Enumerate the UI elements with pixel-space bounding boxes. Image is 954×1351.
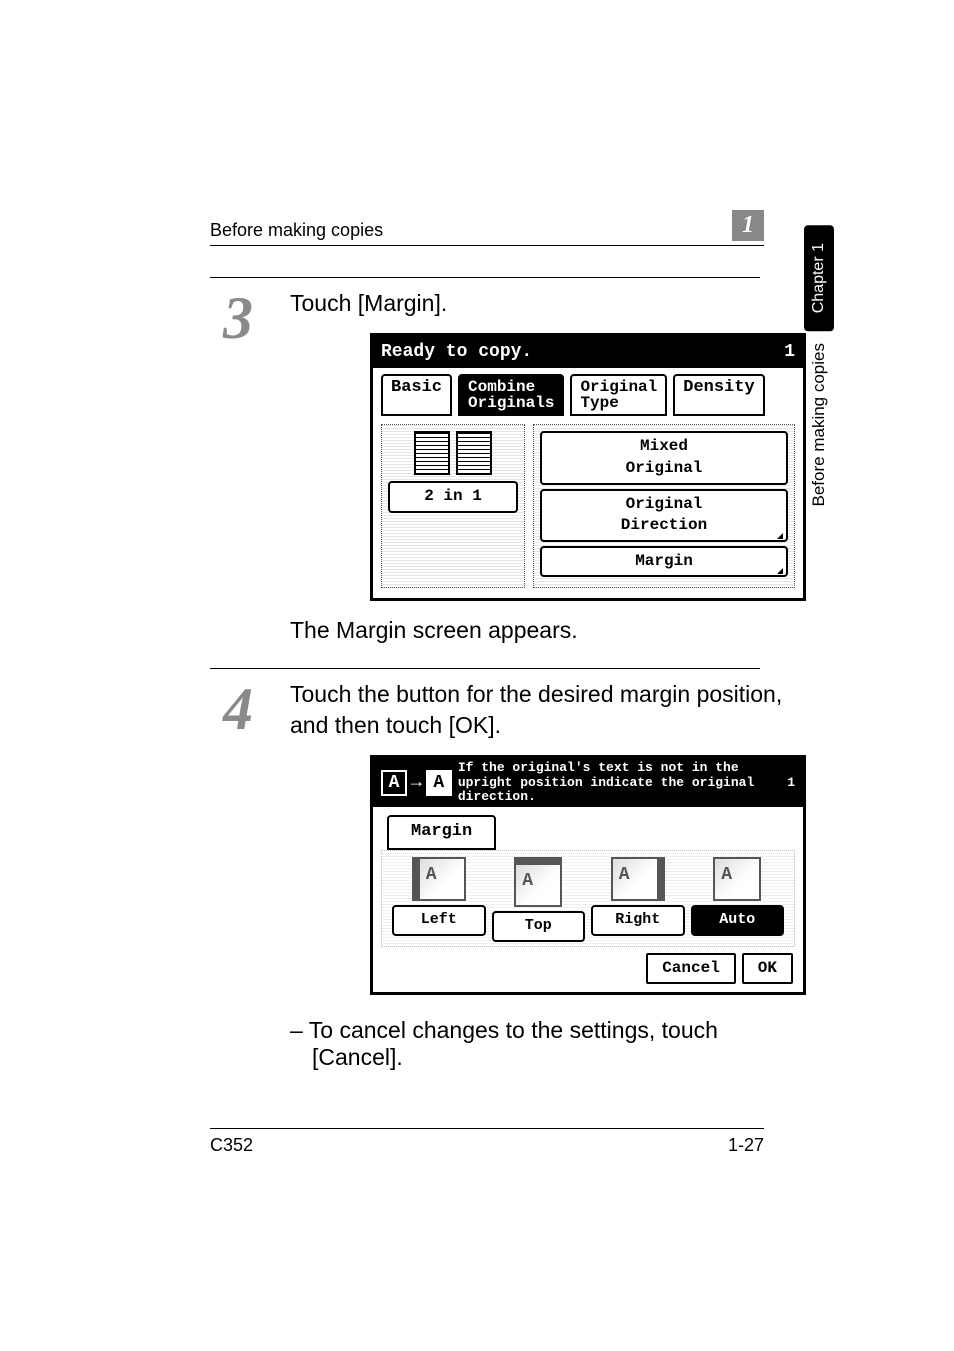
doc-thumb-icon — [456, 431, 492, 475]
tab-density[interactable]: Density — [673, 374, 764, 416]
step3-result: The Margin screen appears. — [290, 615, 806, 646]
copier-screen-1: Ready to copy. 1 Basic Combine Originals — [370, 333, 806, 601]
option-original-direction[interactable]: Original Direction — [540, 489, 788, 542]
cancel-button[interactable]: Cancel — [646, 953, 736, 985]
step4-instruction: Touch the button for the desired margin … — [290, 679, 806, 741]
option-margin[interactable]: Margin — [540, 546, 788, 578]
ok-button[interactable]: OK — [742, 953, 793, 985]
margin-left-button[interactable]: Left — [392, 905, 486, 935]
margin-auto-button[interactable]: Auto — [691, 905, 785, 935]
side-label: Before making copies — [809, 343, 829, 506]
option-2in1[interactable]: 2 in 1 — [388, 481, 518, 513]
margin-right-icon — [611, 857, 665, 901]
tab-basic[interactable]: Basic — [381, 374, 452, 416]
copier-screen-2: A→A If the original's text is not in the… — [370, 755, 806, 995]
margin-top-button[interactable]: Top — [492, 911, 586, 941]
chapter-tab: Chapter 1 — [804, 225, 834, 331]
lcd2-count: 1 — [787, 774, 795, 792]
orientation-icon: A→A — [381, 770, 452, 796]
footer-model: C352 — [210, 1135, 253, 1156]
lcd1-status: Ready to copy. — [381, 340, 532, 364]
margin-left-icon — [412, 857, 466, 901]
tab-combine-originals[interactable]: Combine Originals — [458, 374, 564, 416]
step-number: 4 — [210, 679, 266, 739]
margin-top-icon — [514, 857, 562, 907]
margin-right-button[interactable]: Right — [591, 905, 685, 935]
running-head-title: Before making copies — [210, 220, 383, 241]
step3-instruction: Touch [Margin]. — [290, 288, 806, 319]
tab-original-type[interactable]: Original Type — [570, 374, 667, 416]
lcd1-count: 1 — [784, 340, 795, 364]
margin-auto-icon — [713, 857, 761, 901]
lcd2-hint: If the original's text is not in the upr… — [452, 761, 787, 804]
option-mixed-original[interactable]: Mixed Original — [540, 431, 788, 484]
step4-note: – To cancel changes to the settings, tou… — [290, 1017, 760, 1071]
step-number: 3 — [210, 288, 266, 348]
footer-page: 1-27 — [728, 1135, 764, 1156]
running-head-number: 1 — [732, 210, 764, 241]
doc-thumb-icon — [414, 431, 450, 475]
tab-margin: Margin — [387, 815, 496, 850]
